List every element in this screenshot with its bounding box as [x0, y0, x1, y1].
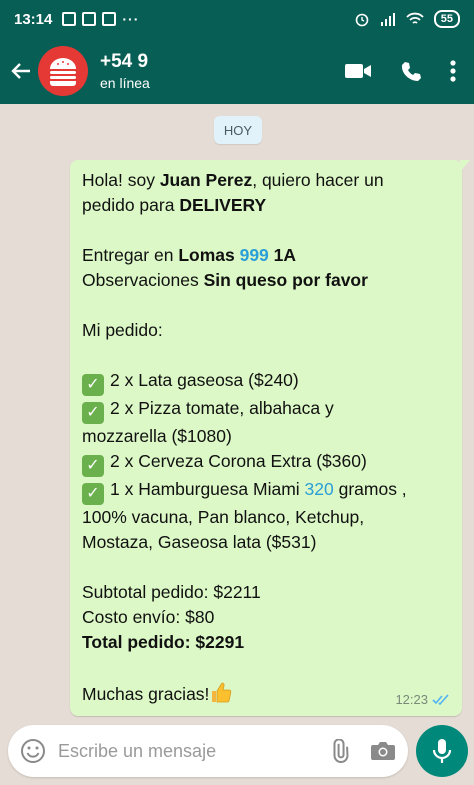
back-button[interactable] [4, 38, 38, 104]
total-line: Total pedido: $2291 [82, 632, 245, 652]
battery-icon: 55 [433, 10, 460, 28]
phone-icon[interactable] [400, 60, 422, 82]
order-item: ✓ 1 x Hamburguesa Miami 320 gramos , [82, 477, 450, 505]
status-bar: 13:14 ··· 55 [0, 0, 474, 38]
alarm-icon [355, 13, 369, 27]
message-line: Mi pedido: [82, 320, 163, 340]
message-input-bar [8, 725, 408, 777]
video-call-icon[interactable] [344, 61, 372, 81]
avatar[interactable] [38, 46, 88, 96]
contact-info[interactable]: +54 9 en línea [100, 51, 150, 91]
number-link[interactable]: 999 [240, 245, 269, 265]
subtotal-line: Subtotal pedido: $2211 [82, 582, 261, 602]
mic-button[interactable] [416, 725, 468, 777]
more-notifications-icon: ··· [122, 11, 140, 27]
number-link[interactable]: 320 [305, 479, 334, 499]
burger-logo-icon [50, 58, 76, 86]
microphone-icon [432, 739, 452, 763]
message-line: Entregar en Lomas 999 1A [82, 245, 297, 265]
contact-status: en línea [100, 75, 150, 91]
shipping-line: Costo envío: $80 [82, 607, 215, 627]
checkmark-icon: ✓ [82, 483, 104, 505]
order-item-cont: Mostaza, Gaseosa lata ($531) [82, 532, 317, 552]
message-time: 12:23 [395, 692, 428, 707]
contact-name: +54 9 [100, 51, 149, 72]
arrow-left-icon [11, 63, 30, 79]
header-actions [344, 60, 456, 82]
paperclip-icon[interactable] [328, 739, 352, 763]
input-actions [328, 739, 396, 763]
status-left-icons: ··· [62, 11, 139, 27]
order-item-cont: mozzarella ($1080) [82, 426, 232, 446]
notification-icon [62, 12, 77, 26]
chat-area[interactable]: HOY Hola! soy Juan Perez, quiero hacer u… [0, 104, 474, 724]
checkmark-icon: ✓ [82, 455, 104, 477]
wifi-icon [406, 12, 424, 24]
message-bubble[interactable]: Hola! soy Juan Perez, quiero hacer un pe… [70, 160, 470, 716]
emoji-icon[interactable] [20, 738, 46, 764]
date-chip: HOY [214, 116, 262, 144]
order-item: ✓ 2 x Cerveza Corona Extra ($360) [82, 449, 450, 477]
chat-header: +54 9 en línea [0, 38, 474, 104]
message-line: Observaciones Sin queso por favor [82, 270, 368, 290]
status-time: 13:14 [14, 10, 53, 28]
qr-icon [102, 12, 117, 26]
checkmark-icon: ✓ [82, 374, 104, 396]
double-check-icon [432, 693, 449, 705]
camera-icon[interactable] [370, 740, 396, 762]
signal-icon [380, 13, 395, 26]
status-right-icons: 55 [354, 10, 460, 28]
thumbs-up-icon [209, 680, 233, 711]
message-meta: 12:23 [395, 687, 450, 712]
order-item: ✓ 2 x Pizza tomate, albahaca y [82, 396, 450, 424]
order-item: ✓ 2 x Lata gaseosa ($240) [82, 368, 450, 396]
message-input[interactable] [58, 740, 328, 762]
checkmark-icon: ✓ [82, 402, 104, 424]
order-item-cont: 100% vacuna, Pan blanco, Ketchup, [82, 507, 365, 527]
message-line: Hola! soy Juan Perez, quiero hacer un [82, 170, 384, 190]
app-icon [82, 12, 97, 26]
message-line: pedido para DELIVERY [82, 195, 267, 215]
more-vert-icon[interactable] [450, 60, 456, 82]
